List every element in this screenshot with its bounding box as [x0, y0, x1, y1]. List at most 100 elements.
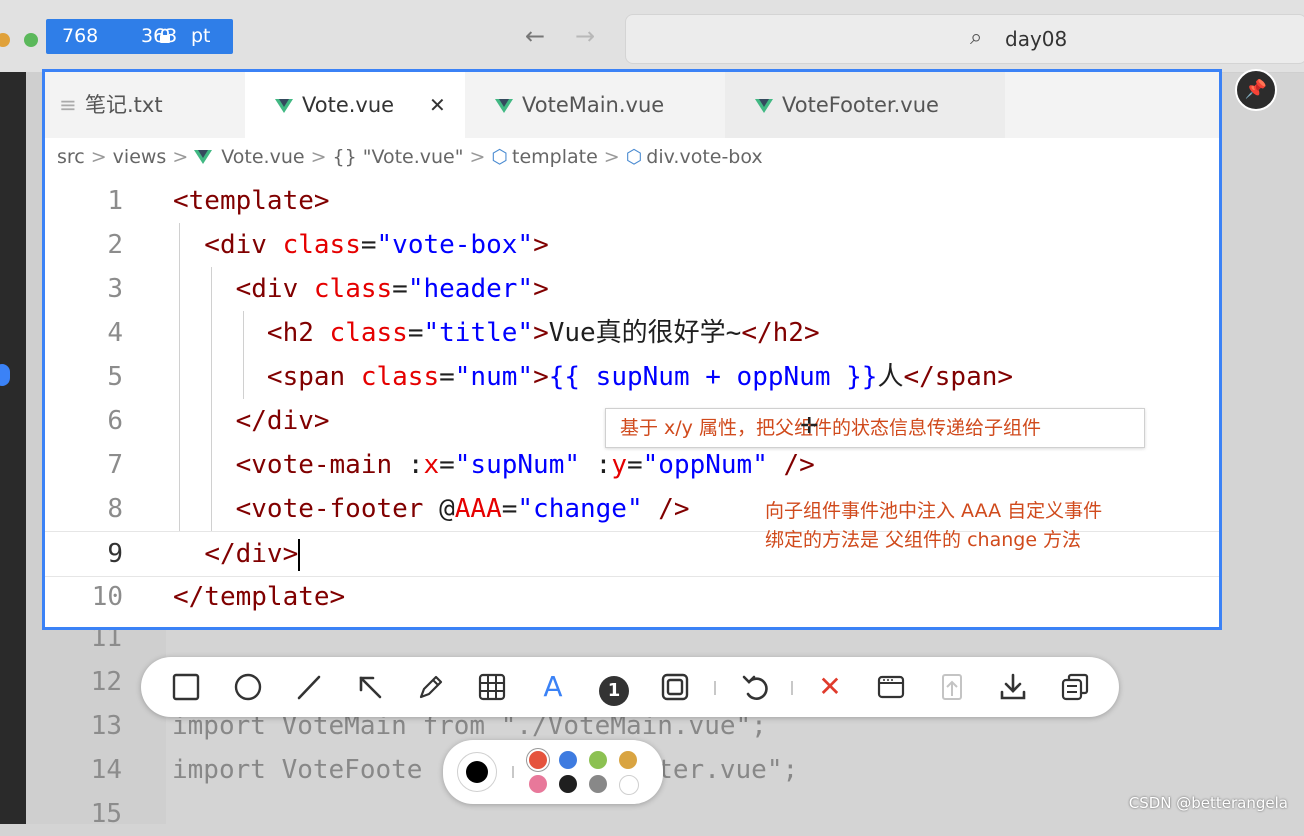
line-number: 12: [90, 667, 122, 697]
workspace-name: day08: [1005, 27, 1068, 51]
zoom-dot[interactable]: [24, 33, 38, 47]
undo-button[interactable]: [735, 667, 775, 707]
vue-icon: [495, 99, 513, 113]
selected-color-button[interactable]: [457, 752, 497, 792]
breadcrumb-src[interactable]: src: [57, 146, 85, 168]
cancel-button[interactable]: ✕: [810, 667, 850, 707]
editor-tab-bar: ≡ 笔记.txt Vote.vue ✕ VoteMain.vue VoteFoo…: [45, 72, 1219, 138]
selection-unit: pt: [191, 25, 211, 47]
cube-icon: ⬡: [625, 146, 643, 168]
vue-icon: [194, 150, 213, 164]
tab-notes-txt[interactable]: ≡ 笔记.txt: [45, 72, 245, 138]
toolbar-separator: [714, 681, 716, 695]
color-swatch[interactable]: [529, 775, 547, 793]
selection-dimensions-badge: 768 363 pt: [46, 19, 233, 54]
color-palette: [443, 740, 663, 804]
color-swatch[interactable]: [619, 775, 639, 795]
code-text: <div class="header">: [173, 274, 549, 304]
color-swatch[interactable]: [559, 775, 577, 793]
pen-tool-button[interactable]: [411, 667, 451, 707]
code-text: <span class="num">{{ supNum + oppNum }}人…: [173, 362, 1014, 392]
breadcrumb: src > views > Vote.vue >{} "Vote.vue" > ⬡ templa…: [57, 146, 763, 168]
breadcrumb-file[interactable]: Vote.vue: [221, 146, 304, 168]
tab-label: VoteMain.vue: [522, 93, 665, 117]
rectangle-tool-button[interactable]: [166, 667, 206, 707]
code-text: <vote-footer @AAA="change" />: [173, 494, 690, 524]
tab-votemain-vue[interactable]: VoteMain.vue: [465, 72, 725, 138]
code-text: <h2 class="title">Vue真的很好学~</h2>: [173, 318, 820, 348]
screenshot-selection-frame[interactable]: ≡ 笔记.txt Vote.vue ✕ VoteMain.vue VoteFoo…: [42, 69, 1222, 630]
code-line[interactable]: 7 <vote-main :x="supNum" :y="oppNum" />: [45, 443, 1219, 487]
close-tab-icon[interactable]: ✕: [429, 72, 446, 138]
line-number: 4: [107, 318, 123, 348]
breadcrumb-sep: >: [310, 146, 327, 168]
download-button[interactable]: [993, 667, 1033, 707]
breadcrumb-template[interactable]: template: [512, 146, 598, 168]
bracket-match-tag: </div>: [204, 539, 299, 569]
line-number: 5: [107, 362, 123, 392]
line-number: 2: [107, 230, 123, 260]
number-marker-icon: 1: [599, 676, 629, 706]
pin-button: [932, 667, 972, 707]
code-text: </template>: [173, 582, 346, 612]
mosaic-tool-button[interactable]: [472, 667, 512, 707]
color-swatch[interactable]: [589, 775, 607, 793]
number-marker-button[interactable]: 1: [594, 667, 634, 707]
line-number: 9: [107, 539, 123, 569]
forward-arrow-icon[interactable]: →: [575, 22, 595, 50]
arrow-tool-button[interactable]: [350, 667, 390, 707]
text-tool-button[interactable]: A: [533, 667, 573, 707]
window-capture-button[interactable]: [871, 667, 911, 707]
minimize-dot[interactable]: [0, 33, 10, 47]
tab-label: Vote.vue: [302, 93, 395, 117]
color-swatch[interactable]: [529, 751, 547, 769]
annotation-note-line-2[interactable]: 绑定的方法是 父组件的 change 方法: [765, 525, 1081, 552]
color-swatch[interactable]: [619, 751, 637, 769]
breadcrumb-sep: >: [90, 146, 107, 168]
code-line[interactable]: 3 <div class="header">: [45, 267, 1219, 311]
breadcrumb-div[interactable]: div.vote-box: [646, 146, 762, 168]
code-text: <div class="vote-box">: [173, 230, 549, 260]
code-line[interactable]: 1 <template>: [45, 179, 1219, 223]
line-number: 14: [90, 755, 122, 785]
code-line[interactable]: 4 <h2 class="title">Vue真的很好学~</h2>: [45, 311, 1219, 355]
color-swatch[interactable]: [559, 751, 577, 769]
vue-icon: [275, 99, 293, 113]
line-number: 8: [107, 494, 123, 524]
tab-votefooter-vue[interactable]: VoteFooter.vue: [725, 72, 1005, 138]
line-number: 13: [90, 711, 122, 741]
line-number: 6: [107, 406, 123, 436]
command-center-search[interactable]: ⌕ day08: [625, 14, 1304, 64]
breadcrumb-sep: >: [603, 146, 620, 168]
move-cursor-icon: ✛: [800, 414, 819, 439]
text-file-icon: ≡: [59, 93, 77, 117]
breadcrumb-views[interactable]: views: [113, 146, 167, 168]
line-number: 15: [90, 799, 122, 829]
toolbar-separator: [791, 681, 793, 695]
line-number: 7: [107, 450, 123, 480]
code-line[interactable]: 5 <span class="num">{{ supNum + oppNum }…: [45, 355, 1219, 399]
breadcrumb-sep: >: [172, 146, 189, 168]
breadcrumb-sep: >: [469, 146, 486, 168]
highlight-tool-button[interactable]: [655, 667, 695, 707]
line-number: 3: [107, 274, 123, 304]
text-icon: A: [543, 670, 563, 703]
tab-vote-vue[interactable]: Vote.vue ✕: [245, 72, 465, 138]
cube-icon: ⬡: [491, 146, 508, 168]
annotation-textbox[interactable]: 基于 x/y 属性，把父组件的状态信息传递给子组件: [605, 408, 1145, 448]
code-line[interactable]: 2 <div class="vote-box">: [45, 223, 1219, 267]
ellipse-tool-button[interactable]: [228, 667, 268, 707]
code-line[interactable]: 10 </template>: [45, 575, 1219, 619]
copy-button[interactable]: [1055, 667, 1095, 707]
watermark: CSDN @betterangela: [1128, 794, 1288, 812]
text-cursor: [298, 538, 301, 571]
pin-icon[interactable]: 📌: [1235, 69, 1277, 111]
code-text: <template>: [173, 186, 330, 216]
active-activity-indicator: [0, 364, 10, 386]
breadcrumb-module[interactable]: {} "Vote.vue": [332, 146, 463, 168]
annotation-note-line-1[interactable]: 向子组件事件池中注入 AAA 自定义事件: [765, 496, 1102, 523]
line-tool-button[interactable]: [289, 667, 329, 707]
color-swatch[interactable]: [589, 751, 607, 769]
back-arrow-icon[interactable]: ←: [525, 22, 545, 50]
code-text: </div>: [173, 406, 330, 436]
